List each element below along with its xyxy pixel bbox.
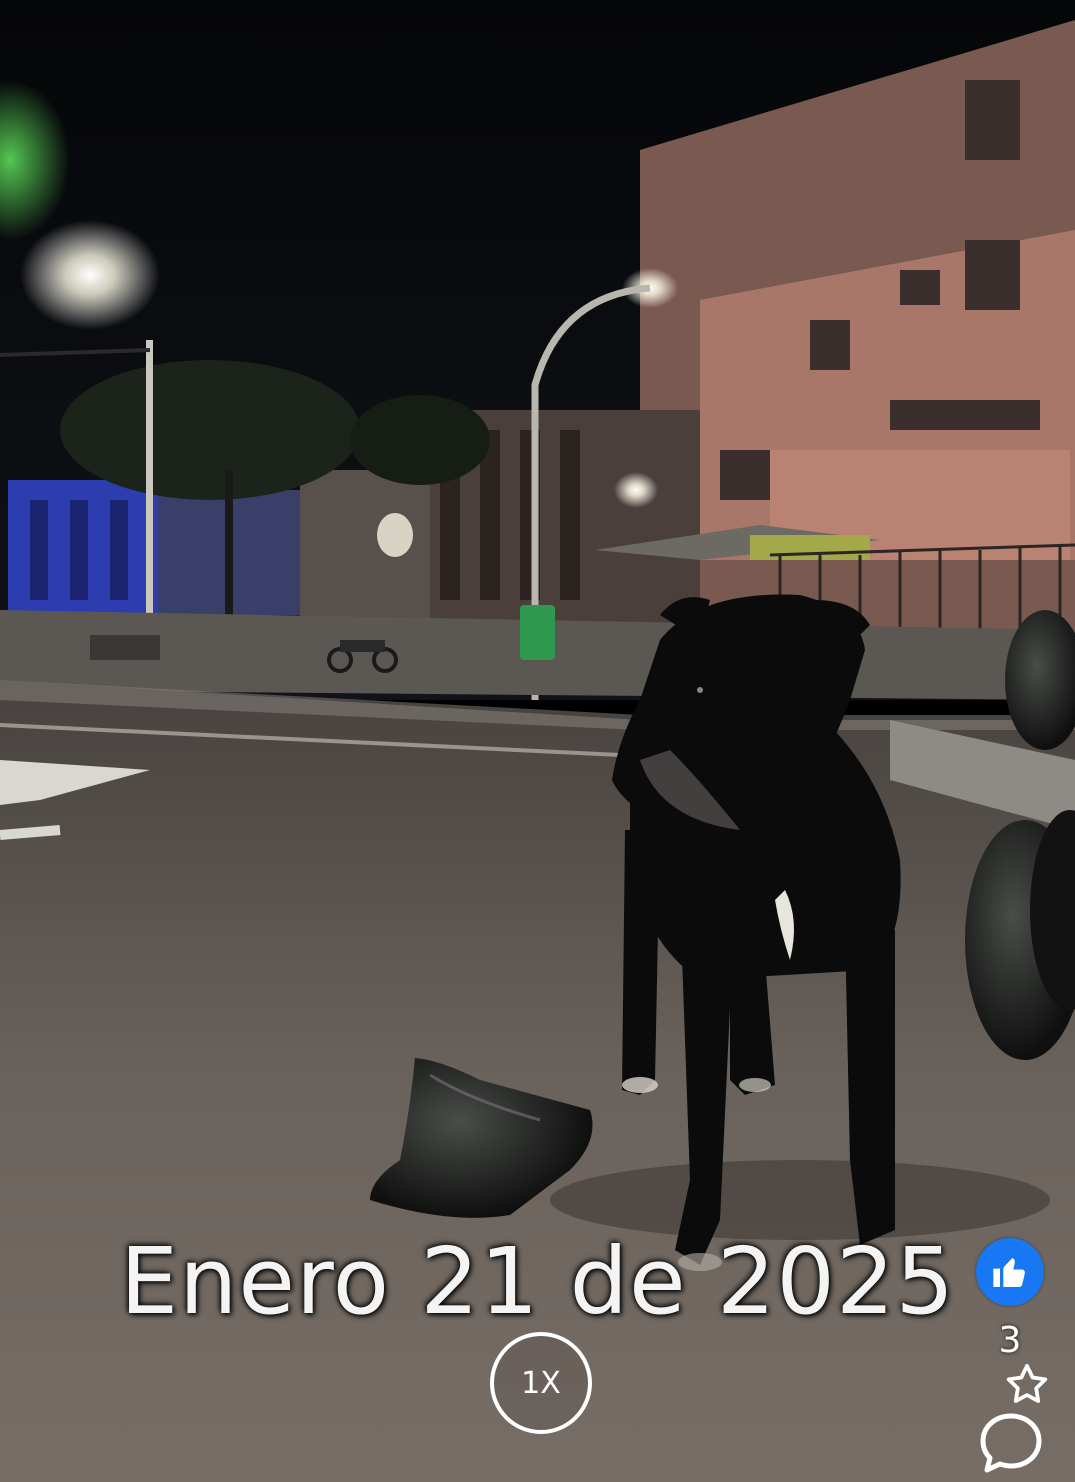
like-count: 3 [998, 1320, 1022, 1361]
video-viewer[interactable]: Enero 21 de 2025 1X 3 [0, 0, 1075, 1482]
like-button[interactable] [976, 1238, 1044, 1306]
comment-bubble-icon [980, 1413, 1042, 1473]
star-outline-icon [1006, 1363, 1048, 1403]
playback-speed-button[interactable]: 1X [490, 1332, 592, 1434]
thumbs-up-icon [993, 1257, 1025, 1287]
video-caption: Enero 21 de 2025 [119, 1228, 956, 1335]
favorite-button[interactable] [1002, 1360, 1052, 1410]
comment-button[interactable] [977, 1410, 1045, 1476]
